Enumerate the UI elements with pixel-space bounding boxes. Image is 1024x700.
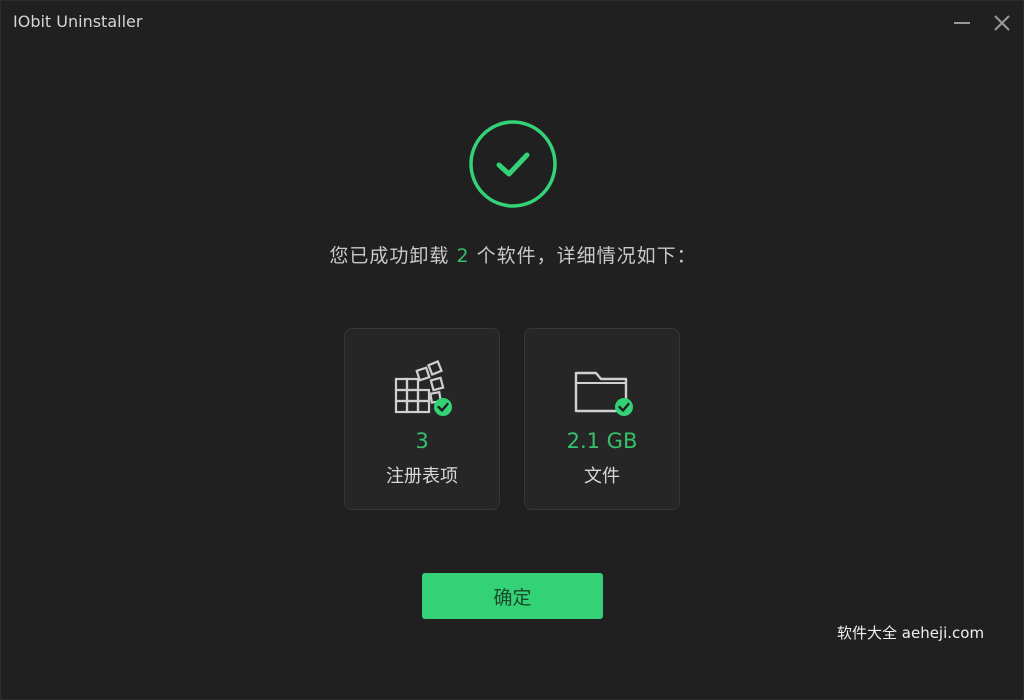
files-card: 2.1 GB 文件: [524, 328, 680, 510]
files-label: 文件: [584, 466, 620, 487]
uninstall-result-window: IObit Uninstaller 您已成功卸载 2 个软件，详细情况如下： 3…: [0, 0, 1024, 700]
close-button[interactable]: [985, 7, 1019, 39]
files-size: 2.1 GB: [566, 429, 638, 453]
uninstall-summary-text: 您已成功卸载 2 个软件，详细情况如下：: [1, 241, 1023, 268]
ok-button[interactable]: 确定: [422, 573, 603, 619]
registry-label: 注册表项: [386, 466, 458, 487]
title-bar: IObit Uninstaller: [1, 1, 1023, 45]
minimize-icon: [954, 22, 970, 24]
folder-icon: [574, 371, 633, 416]
app-title: IObit Uninstaller: [13, 12, 143, 31]
registry-icon: [394, 360, 452, 416]
minimize-button[interactable]: [945, 7, 979, 39]
summary-suffix: 个软件，详细情况如下：: [469, 245, 697, 267]
close-icon: [994, 15, 1010, 31]
registry-items-card: 3 注册表项: [344, 328, 500, 510]
uninstalled-count: 2: [456, 245, 470, 267]
registry-count: 3: [415, 429, 429, 453]
watermark-text: 软件大全 aeheji.com: [837, 624, 985, 642]
summary-prefix: 您已成功卸载: [329, 245, 457, 267]
success-check-icon: [469, 120, 557, 208]
